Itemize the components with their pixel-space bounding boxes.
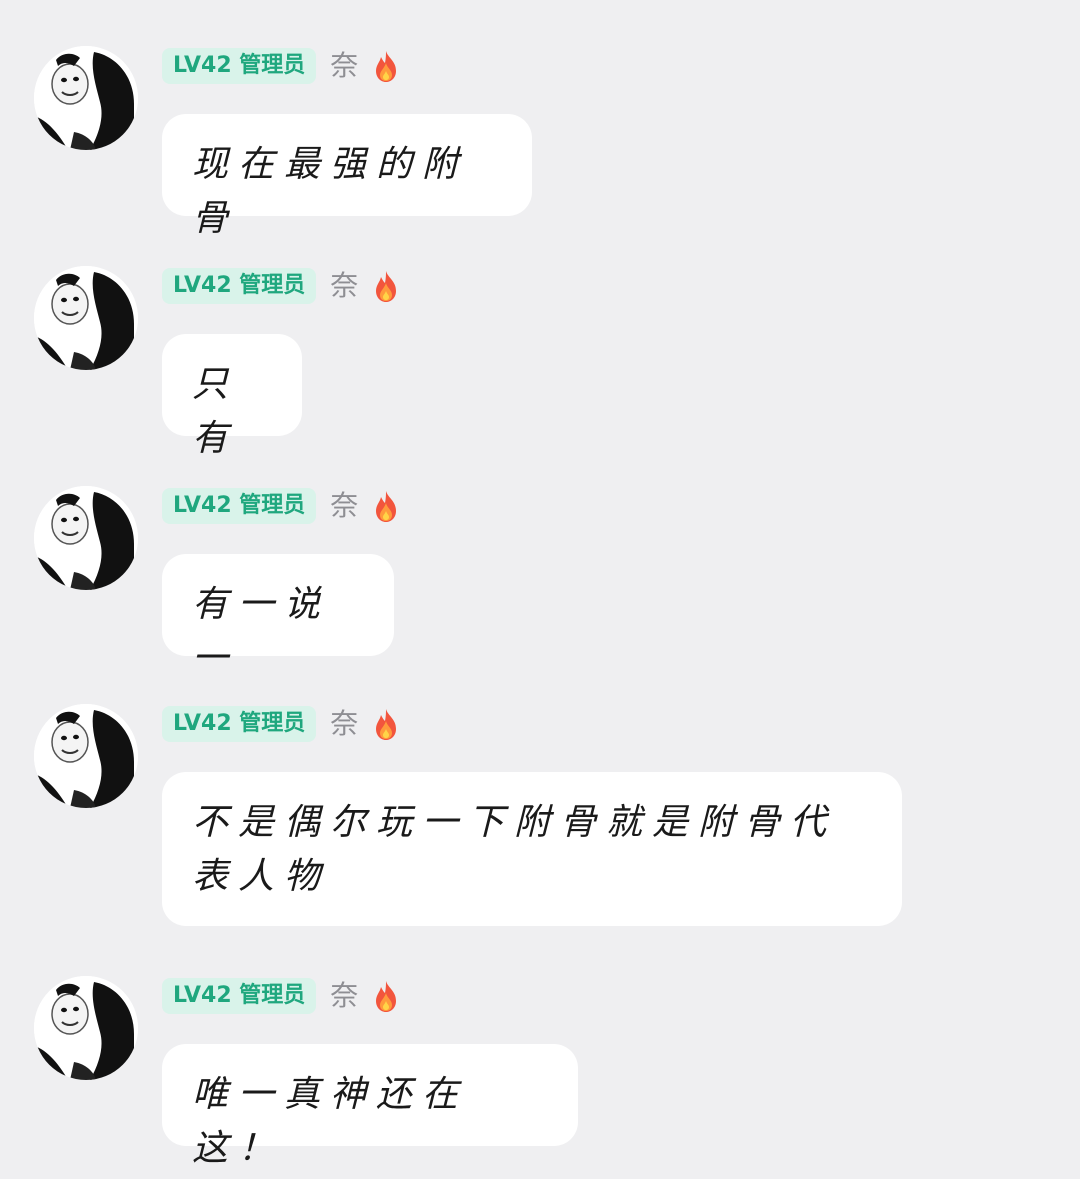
sender-meta: LV42 管理员 奈 (162, 268, 402, 304)
message-bubble[interactable]: 现在最强的附骨 (162, 114, 532, 239)
level-role-badge: LV42 管理员 (162, 48, 317, 84)
sender-meta: LV42 管理员 奈 (162, 488, 402, 524)
panda-meme-avatar-icon[interactable] (34, 266, 138, 370)
level-role-badge: LV42 管理员 (162, 706, 317, 742)
message-bubble[interactable]: 只有 (162, 334, 302, 459)
level-role-badge: LV42 管理员 (162, 488, 317, 524)
level-role-badge: LV42 管理员 (162, 268, 317, 304)
message-bubble[interactable]: 不是偶尔玩一下附骨就是附骨代表人物 (162, 772, 902, 926)
fire-icon (376, 709, 397, 740)
sender-meta: LV42 管理员 奈 (162, 706, 402, 742)
sender-nickname[interactable]: 奈 (330, 706, 358, 742)
message-bubble[interactable]: 唯一真神还在这！ (162, 1044, 578, 1169)
sender-nickname[interactable]: 奈 (330, 978, 358, 1014)
fire-icon (376, 51, 397, 82)
sender-nickname[interactable]: 奈 (330, 488, 358, 524)
panda-meme-avatar-icon[interactable] (34, 486, 138, 590)
level-role-badge: LV42 管理员 (162, 978, 317, 1014)
sender-nickname[interactable]: 奈 (330, 48, 358, 84)
panda-meme-avatar-icon[interactable] (34, 976, 138, 1080)
panda-meme-avatar-icon[interactable] (34, 704, 138, 808)
sender-nickname[interactable]: 奈 (330, 268, 358, 304)
message-bubble[interactable]: 有一说一 (162, 554, 394, 679)
panda-meme-avatar-icon[interactable] (34, 46, 138, 150)
fire-icon (376, 491, 397, 522)
fire-icon (376, 981, 397, 1012)
sender-meta: LV42 管理员 奈 (162, 48, 402, 84)
fire-icon (376, 271, 397, 302)
sender-meta: LV42 管理员 奈 (162, 978, 402, 1014)
